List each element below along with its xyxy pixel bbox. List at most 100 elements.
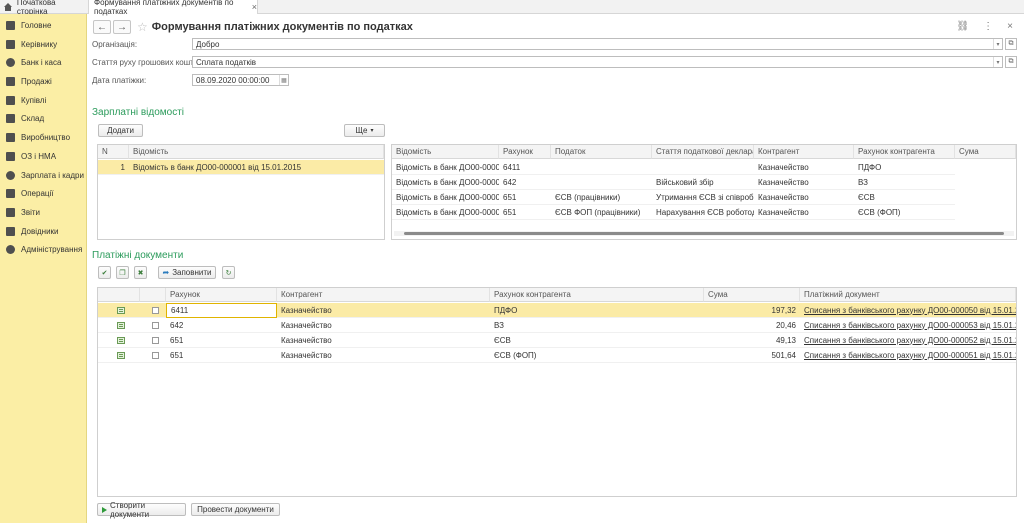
main-panel: ← → ☆ Формування платіжних документів по… xyxy=(88,14,1024,523)
col-header-sum[interactable]: Сума xyxy=(704,288,800,302)
tab-close-icon[interactable]: × xyxy=(252,2,257,12)
sidebar-item-warehouse[interactable]: Склад xyxy=(0,109,87,127)
cell-account: 642 xyxy=(499,175,551,190)
sidebar-item-label: Головне xyxy=(21,20,52,30)
col-header-account[interactable]: Рахунок xyxy=(166,288,277,302)
cell-doc-link[interactable]: Списання з банківського рахунку ДО00-000… xyxy=(800,348,1016,363)
fill-button[interactable]: ➦ Заповнити xyxy=(158,266,216,279)
col-header-counterparty[interactable]: Контрагент xyxy=(754,145,854,159)
org-field[interactable]: Добро ▾ xyxy=(192,38,1003,50)
cell-article: Військовий збір xyxy=(652,175,754,190)
chevron-down-icon[interactable]: ▾ xyxy=(993,57,1002,67)
check-all-icon[interactable]: ✔ xyxy=(98,266,111,279)
operations-icon xyxy=(6,188,15,198)
sidebar-item-admin[interactable]: Адміністрування xyxy=(0,240,87,258)
cell-doc-link[interactable]: Списання з банківського рахунку ДО00-000… xyxy=(800,303,1016,318)
sidebar-item-production[interactable]: Виробництво xyxy=(0,128,87,146)
col-header-sum[interactable]: Сума xyxy=(955,145,1016,159)
row-checkbox[interactable] xyxy=(151,321,159,329)
cell-account: 651 xyxy=(166,348,277,363)
cell-account[interactable]: 6411 xyxy=(166,303,277,318)
more-button[interactable]: Ще ▾ xyxy=(344,124,385,137)
uncheck-all-icon[interactable]: ✖ xyxy=(134,266,147,279)
cashflow-field[interactable]: Сплата податків ▾ xyxy=(192,56,1003,68)
gear-icon xyxy=(6,244,15,254)
chevron-down-icon[interactable]: ▾ xyxy=(993,39,1002,49)
book-icon xyxy=(6,226,15,236)
add-button[interactable]: Додати xyxy=(98,124,143,137)
sidebar: Головне Керівнику Банк і каса Продажі Ку… xyxy=(0,14,87,523)
row-checkbox[interactable] xyxy=(151,351,159,359)
checkbox-cell[interactable] xyxy=(140,333,166,348)
col-header-account[interactable]: Рахунок xyxy=(499,145,551,159)
more-icon[interactable]: ⋮ xyxy=(983,21,993,32)
sidebar-item-reports[interactable]: Звіти xyxy=(0,203,87,221)
cell-doc-link[interactable]: Списання з банківського рахунку ДО00-000… xyxy=(800,333,1016,348)
row-checkbox[interactable] xyxy=(151,306,159,314)
link-icon[interactable]: ⛓ xyxy=(956,21,969,32)
close-icon[interactable]: × xyxy=(1007,21,1013,32)
org-open-icon[interactable]: ⧉ xyxy=(1005,38,1017,50)
page-title: Формування платіжних документів по подат… xyxy=(151,21,413,33)
checkbox-cell[interactable] xyxy=(140,318,166,333)
cell-account: 651 xyxy=(499,205,551,220)
col-header-n[interactable]: N xyxy=(98,145,129,159)
copy-icon[interactable]: ❐ xyxy=(116,266,129,279)
sidebar-item-label: Виробництво xyxy=(21,132,71,142)
col-header-doc[interactable]: Платіжний документ xyxy=(800,288,1016,302)
cell-statement: Відомість в банк ДО00-0000... xyxy=(392,175,499,190)
title-actions: ⛓ ⋮ × xyxy=(956,21,1013,32)
horizontal-scrollbar[interactable] xyxy=(394,231,1014,236)
cell-cp-account: ЄСВ xyxy=(854,190,955,205)
sidebar-item-assets[interactable]: ОЗ і НМА xyxy=(0,147,87,165)
doc-icon-cell xyxy=(98,333,140,348)
cell-counterparty: Казначейство xyxy=(277,333,490,348)
col-header-tax[interactable]: Податок xyxy=(551,145,652,159)
cell-tax: ЄСВ (працівники) xyxy=(551,190,652,205)
col-header-check xyxy=(140,288,166,302)
col-header-statement[interactable]: Відомість xyxy=(129,145,384,159)
more-button-label: Ще xyxy=(355,126,368,135)
create-documents-button[interactable]: Створити документи xyxy=(97,501,186,519)
post-documents-button[interactable]: Провести документи xyxy=(191,503,280,516)
date-field[interactable]: 08.09.2020 00:00:00 ▦ xyxy=(192,74,289,86)
sidebar-item-main[interactable]: Головне xyxy=(0,16,87,34)
payroll-statements-table: N Відомість 1 Відомість в банк ДО00-0000… xyxy=(97,144,385,240)
row-checkbox[interactable] xyxy=(151,336,159,344)
favorite-star-icon[interactable]: ☆ xyxy=(137,20,148,34)
calendar-icon[interactable]: ▦ xyxy=(279,75,288,85)
col-header-statement[interactable]: Відомість xyxy=(392,145,499,159)
cart-icon xyxy=(6,95,15,105)
cashflow-open-icon[interactable]: ⧉ xyxy=(1005,56,1017,68)
cell-counterparty: Казначейство xyxy=(277,303,490,318)
sidebar-item-label: Склад xyxy=(21,113,45,123)
tab-active[interactable]: Формування платіжних документів по подат… xyxy=(88,0,258,16)
sidebar-item-sales[interactable]: Продажі xyxy=(0,72,87,90)
sidebar-item-directories[interactable]: Довідники xyxy=(0,222,87,240)
sidebar-item-bank[interactable]: Банк і каса xyxy=(0,53,87,71)
document-icon xyxy=(117,351,125,359)
scrollbar-thumb[interactable] xyxy=(404,232,1004,235)
cell-doc-link[interactable]: Списання з банківського рахунку ДО00-000… xyxy=(800,318,1016,333)
checkbox-cell[interactable] xyxy=(140,348,166,363)
sidebar-item-operations[interactable]: Операції xyxy=(0,184,87,202)
refresh-icon[interactable]: ↻ xyxy=(222,266,235,279)
col-header-cp-account[interactable]: Рахунок контрагента xyxy=(490,288,704,302)
col-header-article[interactable]: Стаття податкової декларації xyxy=(652,145,754,159)
cell-cp-account: ПДФО xyxy=(490,303,704,318)
sidebar-item-manager[interactable]: Керівнику xyxy=(0,35,87,53)
sidebar-item-label: Зарплата і кадри xyxy=(21,170,84,180)
tab-home[interactable]: Початкова сторінка xyxy=(0,0,87,16)
back-button[interactable]: ← xyxy=(93,20,111,34)
sidebar-item-label: Продажі xyxy=(21,76,52,86)
checkbox-cell[interactable] xyxy=(140,303,166,318)
cell-sum: 49,13 xyxy=(704,333,800,348)
reports-icon xyxy=(6,207,15,217)
col-header-cp-account[interactable]: Рахунок контрагента xyxy=(854,145,955,159)
doc-icon-cell xyxy=(98,303,140,318)
sidebar-item-purchases[interactable]: Купівлі xyxy=(0,91,87,109)
col-header-counterparty[interactable]: Контрагент xyxy=(277,288,490,302)
bag-icon xyxy=(6,76,15,86)
forward-button[interactable]: → xyxy=(113,20,131,34)
sidebar-item-salary[interactable]: Зарплата і кадри xyxy=(0,166,87,184)
